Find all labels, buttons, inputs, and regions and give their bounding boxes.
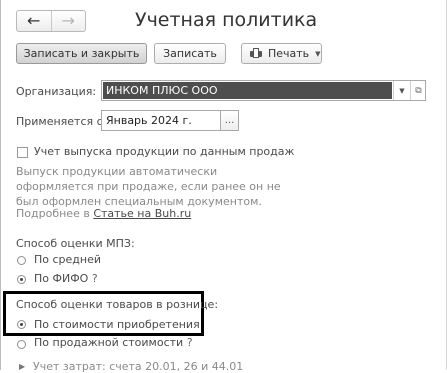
organization-dropdown-button[interactable]: ▼ xyxy=(393,81,410,100)
applies-from-input[interactable]: Январь 2024 г. xyxy=(101,110,221,131)
more-info: Подробнее в Статье на Buh.ru xyxy=(16,207,192,220)
back-button[interactable]: ← xyxy=(17,11,52,31)
production-by-sales-checkbox[interactable] xyxy=(17,147,28,158)
nav-button-group: ← → xyxy=(16,10,86,32)
help-icon[interactable]: ? xyxy=(187,336,193,349)
production-hint-text: Выпуск продукции автоматически оформляет… xyxy=(16,165,281,208)
period-select-button[interactable]: ... xyxy=(221,110,239,131)
page-title: Учетная политика xyxy=(135,9,318,31)
applies-from-label: Применяется с: xyxy=(16,115,107,128)
radio-retail-sale-price[interactable] xyxy=(17,340,26,349)
help-icon[interactable]: ? xyxy=(92,272,98,285)
production-by-sales-label[interactable]: Учет выпуска продукции по данным продаж xyxy=(34,145,294,158)
save-button[interactable]: Записать xyxy=(154,43,226,64)
radio-retail-purchase-cost[interactable] xyxy=(17,320,26,329)
arrow-right-icon: → xyxy=(61,11,75,30)
retail-section-label: Способ оценки товаров в рознице: xyxy=(16,298,219,311)
buh-article-link[interactable]: Статье на Buh.ru xyxy=(93,207,191,220)
organization-label: Организация: xyxy=(16,85,97,98)
retail-purchase-cost-label[interactable]: По стоимости приобретения xyxy=(34,318,200,331)
organization-field[interactable]: ИНКОМ ПЛЮС ООО ▼ ⧉ xyxy=(101,80,426,101)
organization-open-button[interactable]: ⧉ xyxy=(410,81,426,100)
forward-button[interactable]: → xyxy=(52,11,86,31)
mpz-fifo-label[interactable]: По ФИФО xyxy=(34,272,88,285)
mpz-average-label[interactable]: По средней xyxy=(34,253,101,266)
printer-icon xyxy=(250,48,262,59)
organization-value[interactable]: ИНКОМ ПЛЮС ООО xyxy=(103,82,392,99)
chevron-down-icon: ▼ xyxy=(399,86,405,95)
open-icon: ⧉ xyxy=(415,85,422,96)
mpz-fifo-option: По ФИФО ? xyxy=(34,272,98,285)
retail-sale-price-label[interactable]: По продажной стоимости xyxy=(34,336,183,349)
save-and-close-button[interactable]: Записать и закрыть xyxy=(16,43,147,64)
cost-accounting-group-header[interactable]: Учет затрат: счета 20.01, 26 и 44.01 xyxy=(33,360,243,373)
arrow-left-icon: ← xyxy=(27,11,41,30)
print-button[interactable]: Печать ▼ xyxy=(241,43,322,64)
window-border-left xyxy=(0,0,1,370)
retail-sale-price-option: По продажной стоимости ? xyxy=(34,336,193,349)
mpz-section-label: Способ оценки МПЗ: xyxy=(16,237,135,250)
chevron-down-icon: ▼ xyxy=(315,49,321,58)
radio-mpz-average[interactable] xyxy=(17,256,26,265)
radio-mpz-fifo[interactable] xyxy=(17,275,26,284)
